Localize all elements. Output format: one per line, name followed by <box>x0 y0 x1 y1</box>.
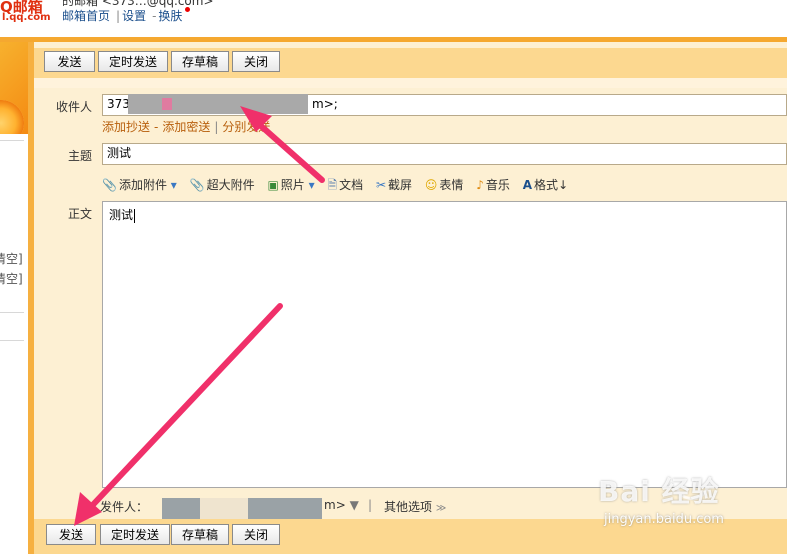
arrow-to-recipient <box>240 106 325 183</box>
arrow-to-send <box>74 303 283 526</box>
watermark-url: jingyan.baidu.com <box>604 512 724 527</box>
watermark-main: Bai 经验 <box>598 475 720 508</box>
baidu-watermark: Bai 经验 jingyan.baidu.com <box>592 456 787 536</box>
